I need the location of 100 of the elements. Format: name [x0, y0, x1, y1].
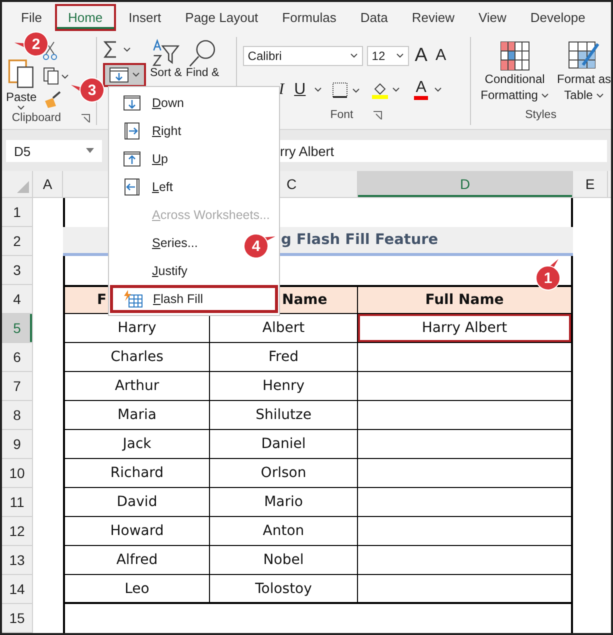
underline-button[interactable]: U [292, 81, 308, 100]
group-label: Clipboard [12, 112, 62, 124]
column-header[interactable]: A [33, 171, 63, 197]
shrink-font-button[interactable]: A [433, 47, 448, 66]
row-header[interactable]: 1 [2, 198, 33, 227]
step-number-badge: 3 [74, 72, 110, 108]
conditional-formatting-button[interactable]: Conditional Formatting [480, 41, 549, 106]
caret-icon [17, 105, 26, 112]
fill-up-icon [123, 151, 141, 167]
row-header[interactable]: 6 [2, 343, 33, 372]
ribbon-tab[interactable]: View [467, 4, 518, 32]
row-header[interactable]: 15 [2, 604, 33, 633]
copy-icon[interactable] [42, 67, 69, 86]
row-header[interactable]: 7 [2, 372, 33, 401]
row-header[interactable]: 2 [2, 227, 33, 256]
row-header[interactable]: 11 [2, 488, 33, 517]
table-cell: David [63, 488, 210, 517]
row-header[interactable]: 9 [2, 430, 33, 459]
fill-button[interactable] [102, 63, 146, 88]
table-cell: Shilutze [210, 401, 358, 430]
conditional-formatting-icon [500, 41, 530, 72]
fill-right-icon [124, 122, 140, 140]
fill-left-icon [124, 178, 140, 196]
table-cell: Daniel [210, 430, 358, 459]
table-cell: Alfred [63, 546, 210, 575]
row-header[interactable]: 14 [2, 575, 33, 604]
table-brush-icon [568, 41, 600, 72]
row-header[interactable]: 10 [2, 459, 33, 488]
table-cell: Fred [210, 343, 358, 372]
ribbon-tab[interactable]: Home [54, 4, 116, 32]
ribbon-tab[interactable]: Page Layout [174, 4, 270, 32]
menu-item[interactable]: Series... [110, 229, 208, 257]
title-cell: g Flash Fill Feature [281, 232, 438, 248]
menu-item[interactable]: Justify [110, 257, 198, 285]
font-size-field[interactable]: 12 [366, 46, 409, 66]
table-cell: Harry Albert [358, 314, 573, 343]
borders-icon[interactable] [332, 82, 362, 98]
sort-filter-icon[interactable] [150, 39, 181, 68]
table-cell: Charles [63, 343, 210, 372]
step-number-badge: 4 [238, 228, 274, 264]
table-cell: Tolostoy [210, 575, 358, 604]
ribbon-tab[interactable]: Data [349, 4, 399, 32]
ribbon-tab[interactable]: Review [400, 4, 466, 32]
row-header[interactable]: 5 [2, 314, 33, 343]
table-cell: Arthur [63, 372, 210, 401]
clipboard-icon [6, 57, 36, 90]
fill-color-icon[interactable] [372, 81, 402, 100]
row-header[interactable]: 13 [2, 546, 33, 575]
table-cell: Leo [63, 575, 210, 604]
table-cell: Maria [63, 401, 210, 430]
find-select-label: Find & [186, 67, 220, 80]
table-cell: Orlson [210, 459, 358, 488]
caret-icon[interactable] [314, 87, 322, 94]
menu-item[interactable]: Down [110, 89, 194, 117]
row-header[interactable]: 3 [2, 256, 33, 285]
group-label: Styles [525, 109, 556, 122]
fill-down-icon [108, 67, 129, 84]
table-cell: Howard [63, 517, 210, 546]
ribbon-tab[interactable]: Insert [118, 4, 172, 32]
flash-fill-icon [123, 290, 143, 308]
font-color-button[interactable]: A [414, 80, 428, 100]
caret-icon [132, 72, 140, 78]
menu-item[interactable]: Flash Fill [110, 285, 278, 313]
table-cell: Nobel [210, 546, 358, 575]
caret-icon [540, 92, 549, 99]
column-header[interactable]: D [358, 171, 573, 197]
dropdown-arrow-icon[interactable] [86, 148, 94, 154]
column-heading: Full Name [358, 285, 573, 314]
ribbon-tab[interactable]: Develope [519, 4, 596, 32]
table-cell: Anton [210, 517, 358, 546]
table-cell: Jack [63, 430, 210, 459]
scissors-icon[interactable] [42, 41, 57, 62]
caret-icon [596, 92, 604, 99]
grow-font-button[interactable]: A [412, 45, 430, 68]
sort-filter-label: Sort & [150, 67, 182, 80]
caret-icon[interactable] [434, 87, 442, 94]
group-label: Font [330, 109, 354, 122]
menu-item[interactable]: Left [110, 173, 183, 201]
search-icon[interactable] [188, 39, 218, 68]
italic-button[interactable]: I [276, 81, 286, 100]
column-header[interactable]: E [573, 171, 608, 197]
caret-icon [350, 53, 358, 60]
format-painter-icon[interactable] [42, 91, 63, 110]
format-as-table-button[interactable]: Format as Table [556, 41, 611, 106]
fill-down-icon [123, 95, 141, 111]
row-header[interactable]: 12 [2, 517, 33, 546]
font-name-field[interactable]: Calibri [242, 46, 363, 66]
ribbon-tab[interactable]: Formulas [271, 4, 348, 32]
row-header[interactable]: 4 [2, 285, 33, 314]
name-box[interactable]: D5 [6, 140, 102, 162]
dialog-launcher-icon[interactable] [81, 114, 90, 123]
table-cell: Henry [210, 372, 358, 401]
dialog-launcher-icon[interactable] [373, 110, 382, 120]
caret-icon [396, 53, 404, 60]
table-cell: Mario [210, 488, 358, 517]
paste-button[interactable]: Paste [6, 57, 37, 112]
ribbon-tab[interactable]: File [10, 4, 53, 32]
table-cell: Richard [63, 459, 210, 488]
autosum-icon[interactable] [102, 41, 133, 60]
row-header[interactable]: 8 [2, 401, 33, 430]
